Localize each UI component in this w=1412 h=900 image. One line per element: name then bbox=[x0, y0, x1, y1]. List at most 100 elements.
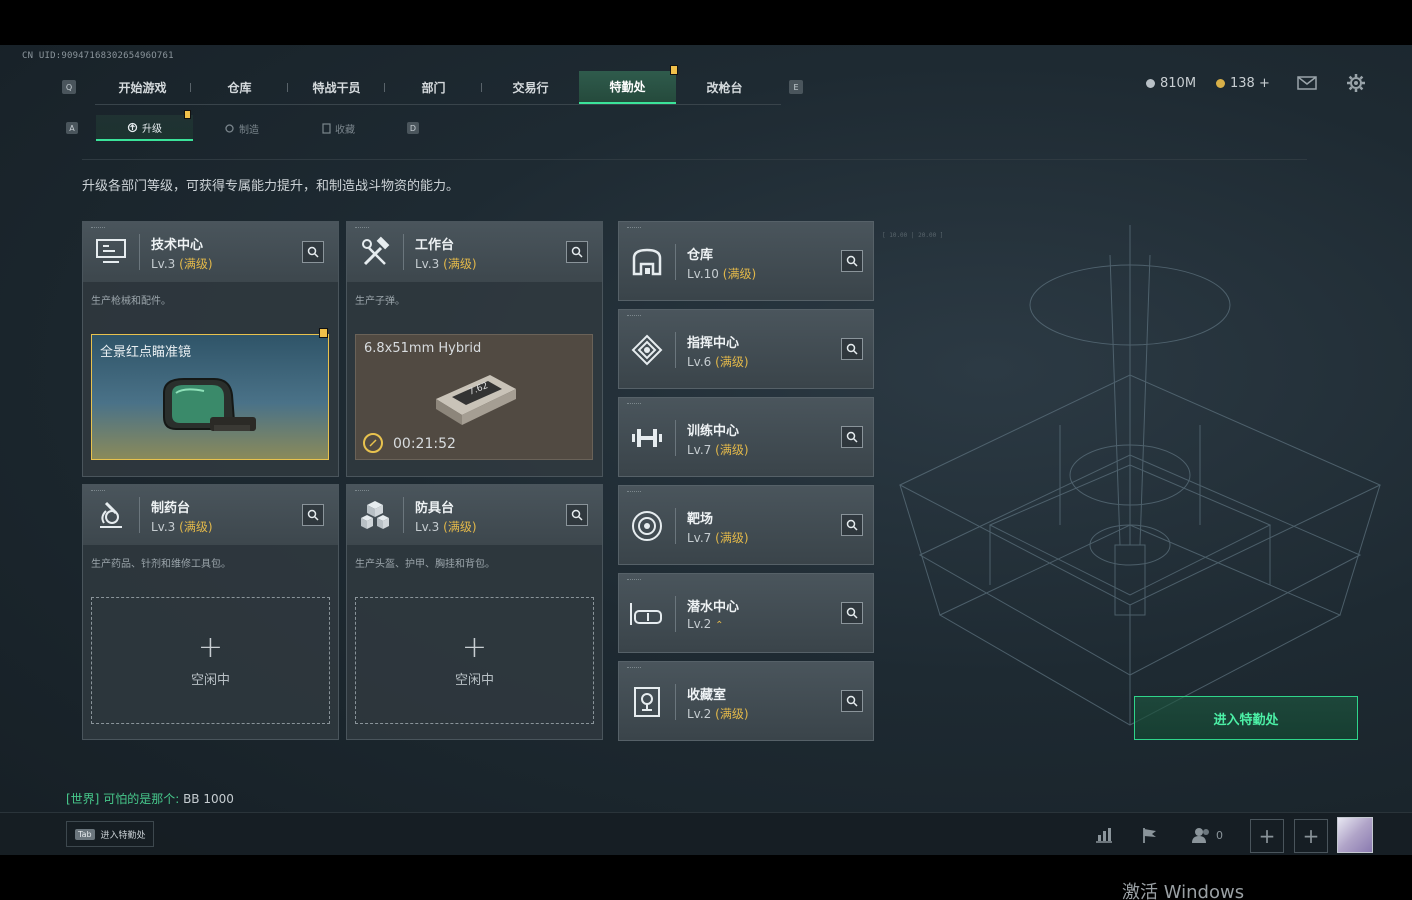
search-icon[interactable] bbox=[841, 250, 863, 272]
card-header: 技术中心 Lv.3 (满级) bbox=[83, 222, 338, 282]
settings-gear-icon[interactable] bbox=[1346, 73, 1366, 93]
card-divider bbox=[675, 508, 676, 544]
dept-card-tech-center[interactable]: 技术中心 Lv.3 (满级) 生产枪械和配件。 全景红点瞄准镜 bbox=[82, 221, 339, 477]
gold-currency[interactable]: 138 + bbox=[1216, 76, 1270, 91]
dept-card-armor-bench[interactable]: 防具台 Lv.3 (满级) 生产头盔、护甲、胸挂和背包。 + 空闲中 bbox=[346, 484, 603, 740]
tab-start-game[interactable]: 开始游戏 bbox=[94, 71, 191, 104]
chat-channel: [世界] bbox=[66, 792, 100, 806]
tab-key: Tab bbox=[75, 828, 95, 840]
diving-mask-icon bbox=[629, 596, 665, 632]
subtab-craft[interactable]: 制造 bbox=[193, 115, 290, 141]
friends-count: 0 bbox=[1216, 828, 1223, 842]
card-level: Lv.3 (满级) bbox=[415, 257, 477, 271]
add-party-member-button[interactable]: + bbox=[1250, 819, 1284, 853]
trophy-icon bbox=[629, 684, 665, 720]
world-chat-line[interactable]: [世界] 可怕的是那个: BB 1000 bbox=[66, 790, 234, 807]
dept-card-collection-room[interactable]: 收藏室 Lv.2 (满级) bbox=[618, 661, 874, 741]
sub-nav: A 升级 制造 收藏 D bbox=[66, 115, 419, 141]
production-slot[interactable]: 全景红点瞄准镜 bbox=[91, 334, 329, 460]
card-header: 工作台 Lv.3 (满级) bbox=[347, 222, 602, 282]
command-icon bbox=[629, 332, 665, 368]
card-divider bbox=[675, 596, 676, 632]
dept-card-command-center[interactable]: 指挥中心 Lv.6 (满级) bbox=[618, 309, 874, 389]
card-divider bbox=[675, 420, 676, 456]
warehouse-icon bbox=[629, 244, 665, 280]
tab-hint-label: 进入特勤处 bbox=[100, 830, 146, 841]
card-title: 仓库 bbox=[687, 248, 714, 263]
production-slot[interactable]: 6.8x51mm Hybrid 7.62 00:21:52 bbox=[355, 334, 593, 460]
card-level: Lv.7 (满级) bbox=[687, 531, 749, 545]
main-nav: Q 开始游戏 仓库 特战干员 部门 交易行 特勤处 改枪台 E bbox=[62, 70, 803, 104]
dept-card-shooting-range[interactable]: 靶场 Lv.7 (满级) bbox=[618, 485, 874, 565]
empty-slot-label: 空闲中 bbox=[454, 673, 494, 688]
gold-coin-icon bbox=[1216, 79, 1225, 88]
subtab-collection[interactable]: 收藏 bbox=[290, 115, 387, 141]
card-title: 指挥中心 bbox=[687, 336, 740, 351]
tab-departments[interactable]: 部门 bbox=[385, 71, 482, 104]
header-rule bbox=[82, 159, 1307, 160]
tab-shortcut-hint[interactable]: Tab 进入特勤处 bbox=[66, 821, 154, 847]
craft-icon bbox=[225, 123, 234, 133]
card-divider bbox=[403, 497, 404, 533]
card-description: 生产子弹。 bbox=[355, 296, 405, 307]
chat-message: BB 1000 bbox=[183, 792, 234, 806]
ammo-box-icon: 7.62 bbox=[436, 375, 516, 425]
dept-card-training-center[interactable]: 训练中心 Lv.7 (满级) bbox=[618, 397, 874, 477]
search-icon[interactable] bbox=[566, 504, 588, 526]
collection-icon bbox=[322, 122, 331, 134]
search-icon[interactable] bbox=[302, 241, 324, 263]
add-icon: + bbox=[197, 630, 224, 665]
enter-special-ops-button[interactable]: 进入特勤处 bbox=[1134, 696, 1358, 740]
nav-left-key[interactable]: Q bbox=[62, 80, 76, 94]
empty-slot[interactable]: + 空闲中 bbox=[91, 597, 330, 724]
mail-icon[interactable] bbox=[1296, 75, 1318, 91]
card-dots bbox=[91, 490, 105, 492]
subnav-left-key[interactable]: A bbox=[66, 122, 78, 134]
tab-gunsmith[interactable]: 改枪台 bbox=[676, 71, 773, 104]
dept-card-warehouse[interactable]: 仓库 Lv.10 (满级) bbox=[618, 221, 874, 301]
tab-operators[interactable]: 特战干员 bbox=[288, 71, 385, 104]
hud-readout: [ 10.00 | 20.00 ] bbox=[882, 232, 944, 239]
card-title: 技术中心 bbox=[151, 238, 204, 253]
timer-clock-icon bbox=[363, 433, 383, 453]
search-icon[interactable] bbox=[841, 338, 863, 360]
search-icon[interactable] bbox=[302, 504, 324, 526]
search-icon[interactable] bbox=[566, 241, 588, 263]
product-name: 6.8x51mm Hybrid bbox=[364, 341, 482, 356]
tab-special-ops[interactable]: 特勤处 bbox=[579, 70, 676, 104]
card-description: 生产枪械和配件。 bbox=[91, 296, 171, 307]
card-level: Lv.10 (满级) bbox=[687, 267, 757, 281]
bottom-toolbar: Tab 进入特勤处 0 + + bbox=[0, 812, 1412, 855]
subnav-right-key[interactable]: D bbox=[407, 122, 419, 134]
card-title: 训练中心 bbox=[687, 424, 740, 439]
nav-right-key[interactable]: E bbox=[789, 80, 803, 94]
add-party-member-button-2[interactable]: + bbox=[1294, 819, 1328, 853]
search-icon[interactable] bbox=[841, 426, 863, 448]
subtab-upgrade[interactable]: 升级 bbox=[96, 115, 193, 141]
card-dots bbox=[355, 227, 369, 229]
search-icon[interactable] bbox=[841, 690, 863, 712]
stats-chart-icon[interactable] bbox=[1090, 821, 1118, 849]
target-icon bbox=[629, 508, 665, 544]
card-dots bbox=[627, 403, 641, 405]
search-icon[interactable] bbox=[841, 602, 863, 624]
card-title: 潜水中心 bbox=[687, 600, 740, 615]
flag-icon[interactable] bbox=[1136, 821, 1164, 849]
card-divider bbox=[139, 234, 140, 270]
chat-user: 可怕的是那个: bbox=[103, 792, 180, 806]
search-icon[interactable] bbox=[841, 514, 863, 536]
friends-icon[interactable]: 0 bbox=[1192, 821, 1228, 849]
dept-card-pharmacy[interactable]: 制药台 Lv.3 (满级) 生产药品、针剂和维修工具包。 + 空闲中 bbox=[82, 484, 339, 740]
empty-slot[interactable]: + 空闲中 bbox=[355, 597, 594, 724]
dept-card-diving-center[interactable]: 潜水中心 Lv.2 ⌃ bbox=[618, 573, 874, 653]
upgrade-icon bbox=[127, 122, 138, 132]
card-title: 工作台 bbox=[415, 238, 455, 253]
player-avatar[interactable] bbox=[1337, 817, 1373, 853]
tab-warehouse[interactable]: 仓库 bbox=[191, 71, 288, 104]
card-header: 制药台 Lv.3 (满级) bbox=[83, 485, 338, 545]
tab-trading[interactable]: 交易行 bbox=[482, 71, 579, 104]
dept-card-workbench[interactable]: 工作台 Lv.3 (满级) 生产子弹。 6.8x51mm Hybrid 7.62… bbox=[346, 221, 603, 477]
card-description: 生产药品、针剂和维修工具包。 bbox=[91, 559, 231, 570]
red-dot-sight-icon bbox=[163, 378, 256, 431]
card-dots bbox=[627, 315, 641, 317]
